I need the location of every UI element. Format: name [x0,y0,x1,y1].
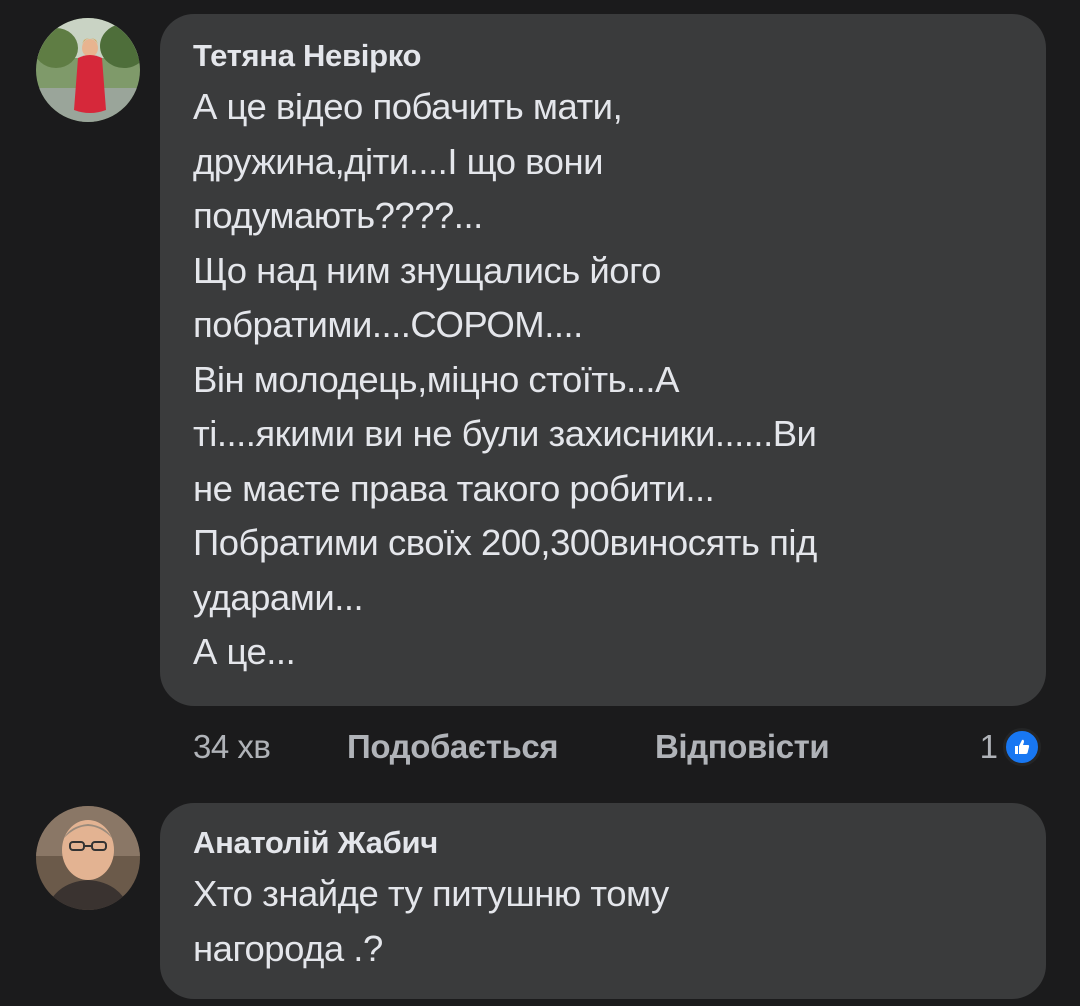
comment-text-line: Він молодець,міцно стоїть...А [193,358,679,400]
comment-text-line: Побратими своїх 200,300виносять під [193,522,817,563]
comment-text: А це відео побачить мати, дружина,діти..… [193,80,1014,680]
like-button[interactable]: Подобається [347,720,559,774]
comment-text-line: А це... [193,631,296,672]
thumbs-up-icon[interactable] [1003,728,1041,766]
comment-text: Хто знайде ту питушню тому нагорода .? [193,867,1014,976]
comment-timestamp[interactable]: 34 хв [193,720,271,774]
comment-text-line: нагорода .? [193,927,383,969]
comment-author[interactable]: Тетяна Невірко [193,36,1014,76]
comment-text-line: Що над ним знущались його [193,249,661,291]
avatar[interactable] [36,806,140,910]
comment-author[interactable]: Анатолій Жабич [193,823,1014,863]
comment-text-line: дружина,діти....І що вони [193,140,604,182]
comment-actions: 34 хв Подобається Відповісти 1 [193,720,1053,774]
comment-text-line: не маєте права такого робити... [193,467,715,509]
comment-bubble: Анатолій Жабич Хто знайде ту питушню том… [160,803,1046,999]
comments-page: Тетяна Невірко А це відео побачить мати,… [0,0,1080,1006]
reply-button[interactable]: Відповісти [655,720,830,774]
reaction-count[interactable]: 1 [980,720,998,774]
comment-text-line: подумають????... [193,195,483,236]
avatar-photo [36,806,140,910]
avatar[interactable] [36,18,140,122]
comment-text-line: побратими....СОРОМ.... [193,304,583,345]
comment-text-line: ударами... [193,576,364,618]
comment-bubble: Тетяна Невірко А це відео побачить мати,… [160,14,1046,706]
avatar-photo [36,18,140,122]
comment-text-line: Хто знайде ту питушню тому [193,873,669,914]
comment-text-line: А це відео побачить мати, [193,86,623,127]
comment-text-line: ті....якими ви не були захисники......Ви [193,413,817,454]
